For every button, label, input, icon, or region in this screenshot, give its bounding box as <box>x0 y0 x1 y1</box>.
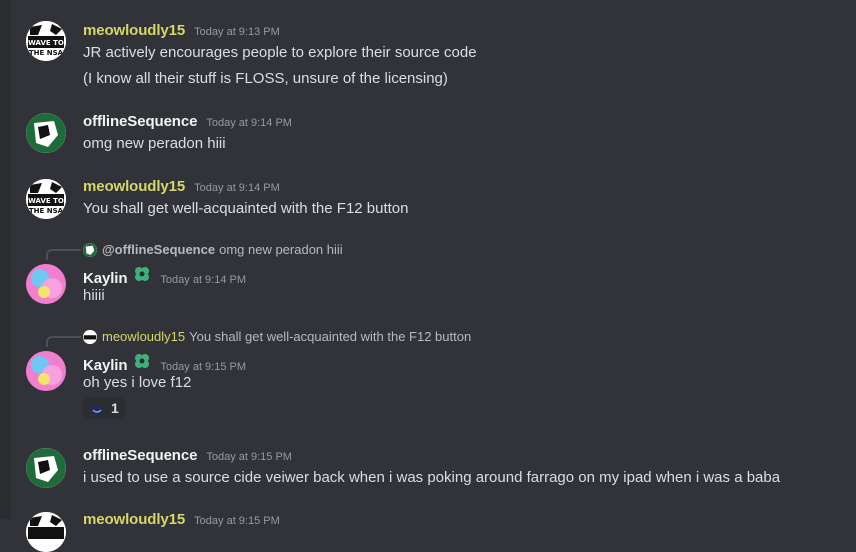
timestamp[interactable]: Today at 9:15 PM <box>206 451 292 463</box>
message-header: meowloudly15 Today at 9:13 PM <box>83 22 280 39</box>
svg-text:THE NSA: THE NSA <box>29 207 64 215</box>
message-text: oh yes i love f12 <box>83 374 192 391</box>
avatar-offlinesequence[interactable] <box>26 448 66 488</box>
svg-text:THE NSA: THE NSA <box>29 49 64 57</box>
timestamp[interactable]: Today at 9:14 PM <box>206 117 292 129</box>
message-text: hiiii <box>83 287 105 304</box>
emoji-icon <box>91 403 103 415</box>
message-text: (I know all their stuff is FLOSS, unsure… <box>83 70 448 87</box>
left-panel-edge <box>0 0 11 519</box>
username[interactable]: meowloudly15 <box>83 511 185 528</box>
reaction-pill[interactable]: 1 <box>83 397 125 419</box>
reply-preview[interactable]: meowloudly15 You shall get well-acquaint… <box>83 329 471 344</box>
reply-spine <box>46 249 81 260</box>
reply-preview[interactable]: @offlineSequence omg new peradon hiii <box>83 242 343 257</box>
avatar-kaylin[interactable] <box>26 264 66 304</box>
message-text: omg new peradon hiii <box>83 135 226 152</box>
username[interactable]: Kaylin <box>83 357 128 374</box>
message-header: Kaylin Today at 9:15 PM <box>83 352 246 374</box>
reply-text: omg new peradon hiii <box>219 242 343 257</box>
username[interactable]: meowloudly15 <box>83 178 185 195</box>
avatar-meowloudly15[interactable]: WAVE TO THE NSA <box>26 21 66 61</box>
avatar-offlinesequence[interactable] <box>26 113 66 153</box>
timestamp[interactable]: Today at 9:15 PM <box>160 361 246 373</box>
reply-username[interactable]: @offlineSequence <box>102 242 215 257</box>
timestamp[interactable]: Today at 9:14 PM <box>194 182 280 194</box>
message-text: JR actively encourages people to explore… <box>83 44 477 61</box>
message-header: offlineSequence Today at 9:15 PM <box>83 447 292 464</box>
message-text: You shall get well-acquainted with the F… <box>83 200 409 217</box>
clover-icon <box>135 267 150 281</box>
username[interactable]: offlineSequence <box>83 113 197 130</box>
reaction-count: 1 <box>111 400 119 416</box>
timestamp[interactable]: Today at 9:13 PM <box>194 26 280 38</box>
reply-avatar <box>83 242 97 257</box>
reply-avatar <box>83 329 97 344</box>
svg-text:WAVE TO: WAVE TO <box>28 39 64 47</box>
reply-spine <box>46 336 81 347</box>
timestamp[interactable]: Today at 9:15 PM <box>194 515 280 527</box>
message-header: meowloudly15 Today at 9:14 PM <box>83 178 280 195</box>
message-header: offlineSequence Today at 9:14 PM <box>83 113 292 130</box>
reply-text: You shall get well-acquainted with the F… <box>189 329 472 344</box>
avatar-kaylin[interactable] <box>26 351 66 391</box>
message-header: meowloudly15 Today at 9:15 PM <box>83 511 280 528</box>
username[interactable]: meowloudly15 <box>83 22 185 39</box>
message-text: i used to use a source cide veiwer back … <box>83 469 781 486</box>
message-header: Kaylin Today at 9:14 PM <box>83 265 246 287</box>
username[interactable]: Kaylin <box>83 270 128 287</box>
clover-icon <box>135 354 150 368</box>
avatar-meowloudly15[interactable]: WAVE TO THE NSA <box>26 179 66 219</box>
svg-text:WAVE TO: WAVE TO <box>28 197 64 205</box>
avatar-meowloudly15[interactable] <box>26 512 66 552</box>
username[interactable]: offlineSequence <box>83 447 197 464</box>
timestamp[interactable]: Today at 9:14 PM <box>160 274 246 286</box>
reply-username[interactable]: meowloudly15 <box>102 329 185 344</box>
